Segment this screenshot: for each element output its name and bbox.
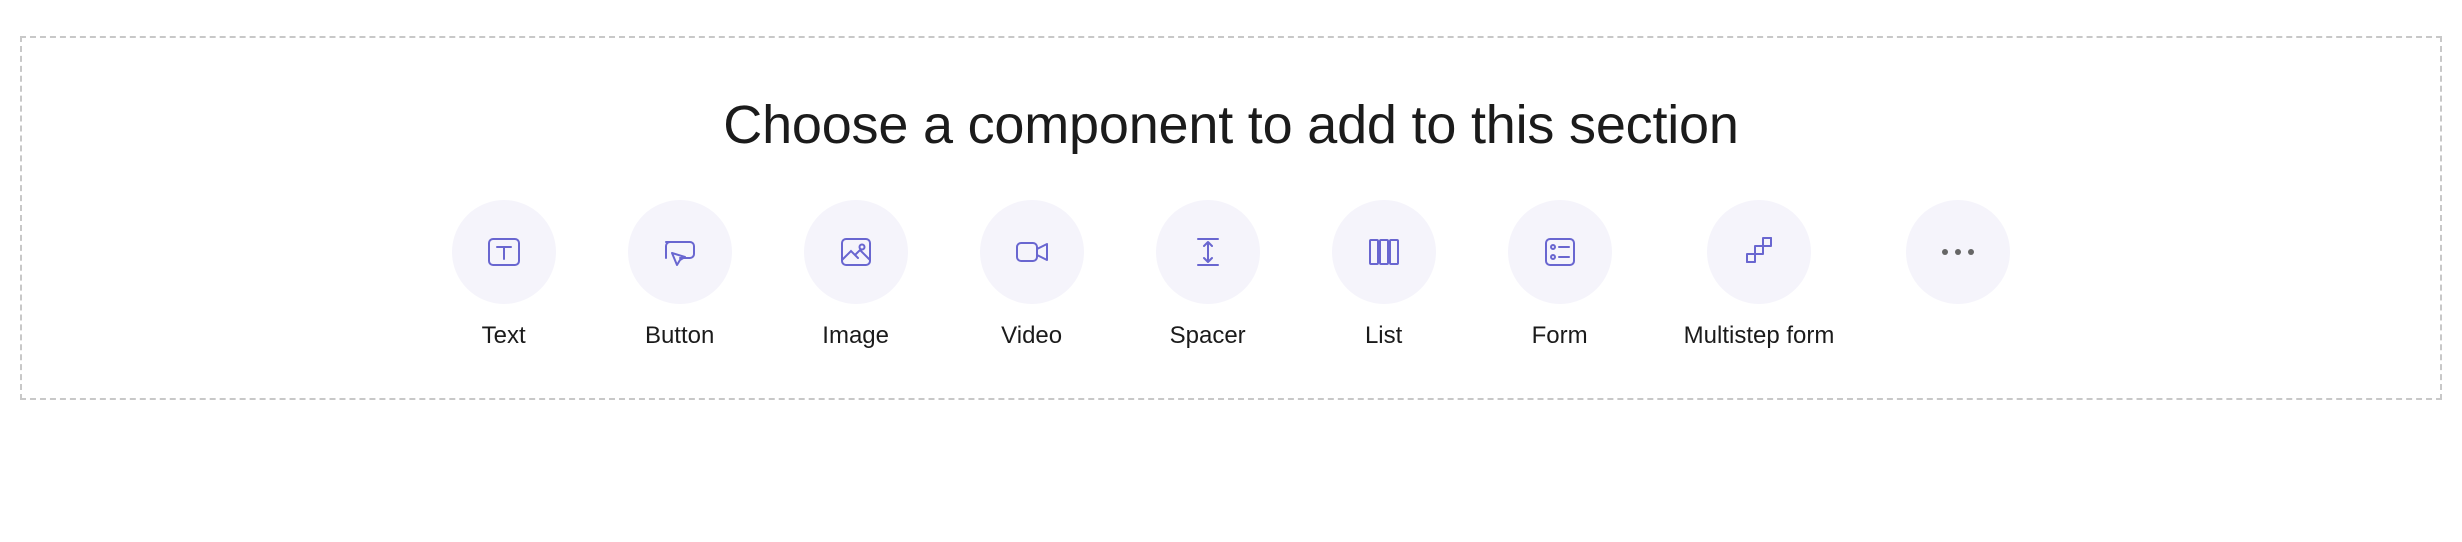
section-heading: Choose a component to add to this sectio… xyxy=(723,94,1738,156)
component-label: Spacer xyxy=(1170,322,1246,350)
video-icon xyxy=(980,200,1084,304)
component-option-form[interactable]: Form xyxy=(1508,200,1612,350)
component-label: Form xyxy=(1532,322,1588,350)
component-label: Text xyxy=(482,322,526,350)
image-icon xyxy=(804,200,908,304)
component-option-video[interactable]: Video xyxy=(980,200,1084,350)
spacer-icon xyxy=(1156,200,1260,304)
component-label: Image xyxy=(822,322,889,350)
form-icon xyxy=(1508,200,1612,304)
button-cursor-icon xyxy=(628,200,732,304)
component-option-text[interactable]: Text xyxy=(452,200,556,350)
component-label: Video xyxy=(1001,322,1062,350)
component-option-button[interactable]: Button xyxy=(628,200,732,350)
add-component-section: Choose a component to add to this sectio… xyxy=(20,36,2442,400)
multistep-icon xyxy=(1707,200,1811,304)
component-option-image[interactable]: Image xyxy=(804,200,908,350)
text-icon xyxy=(452,200,556,304)
component-option-list[interactable]: List xyxy=(1332,200,1436,350)
component-label: Multistep form xyxy=(1684,322,1835,350)
list-columns-icon xyxy=(1332,200,1436,304)
more-icon xyxy=(1906,200,2010,304)
component-label: Button xyxy=(645,322,714,350)
component-option-more[interactable] xyxy=(1906,200,2010,322)
component-label: List xyxy=(1365,322,1402,350)
component-options-row: Text Button Image xyxy=(452,200,2011,350)
component-option-multistep-form[interactable]: Multistep form xyxy=(1684,200,1835,350)
component-option-spacer[interactable]: Spacer xyxy=(1156,200,1260,350)
